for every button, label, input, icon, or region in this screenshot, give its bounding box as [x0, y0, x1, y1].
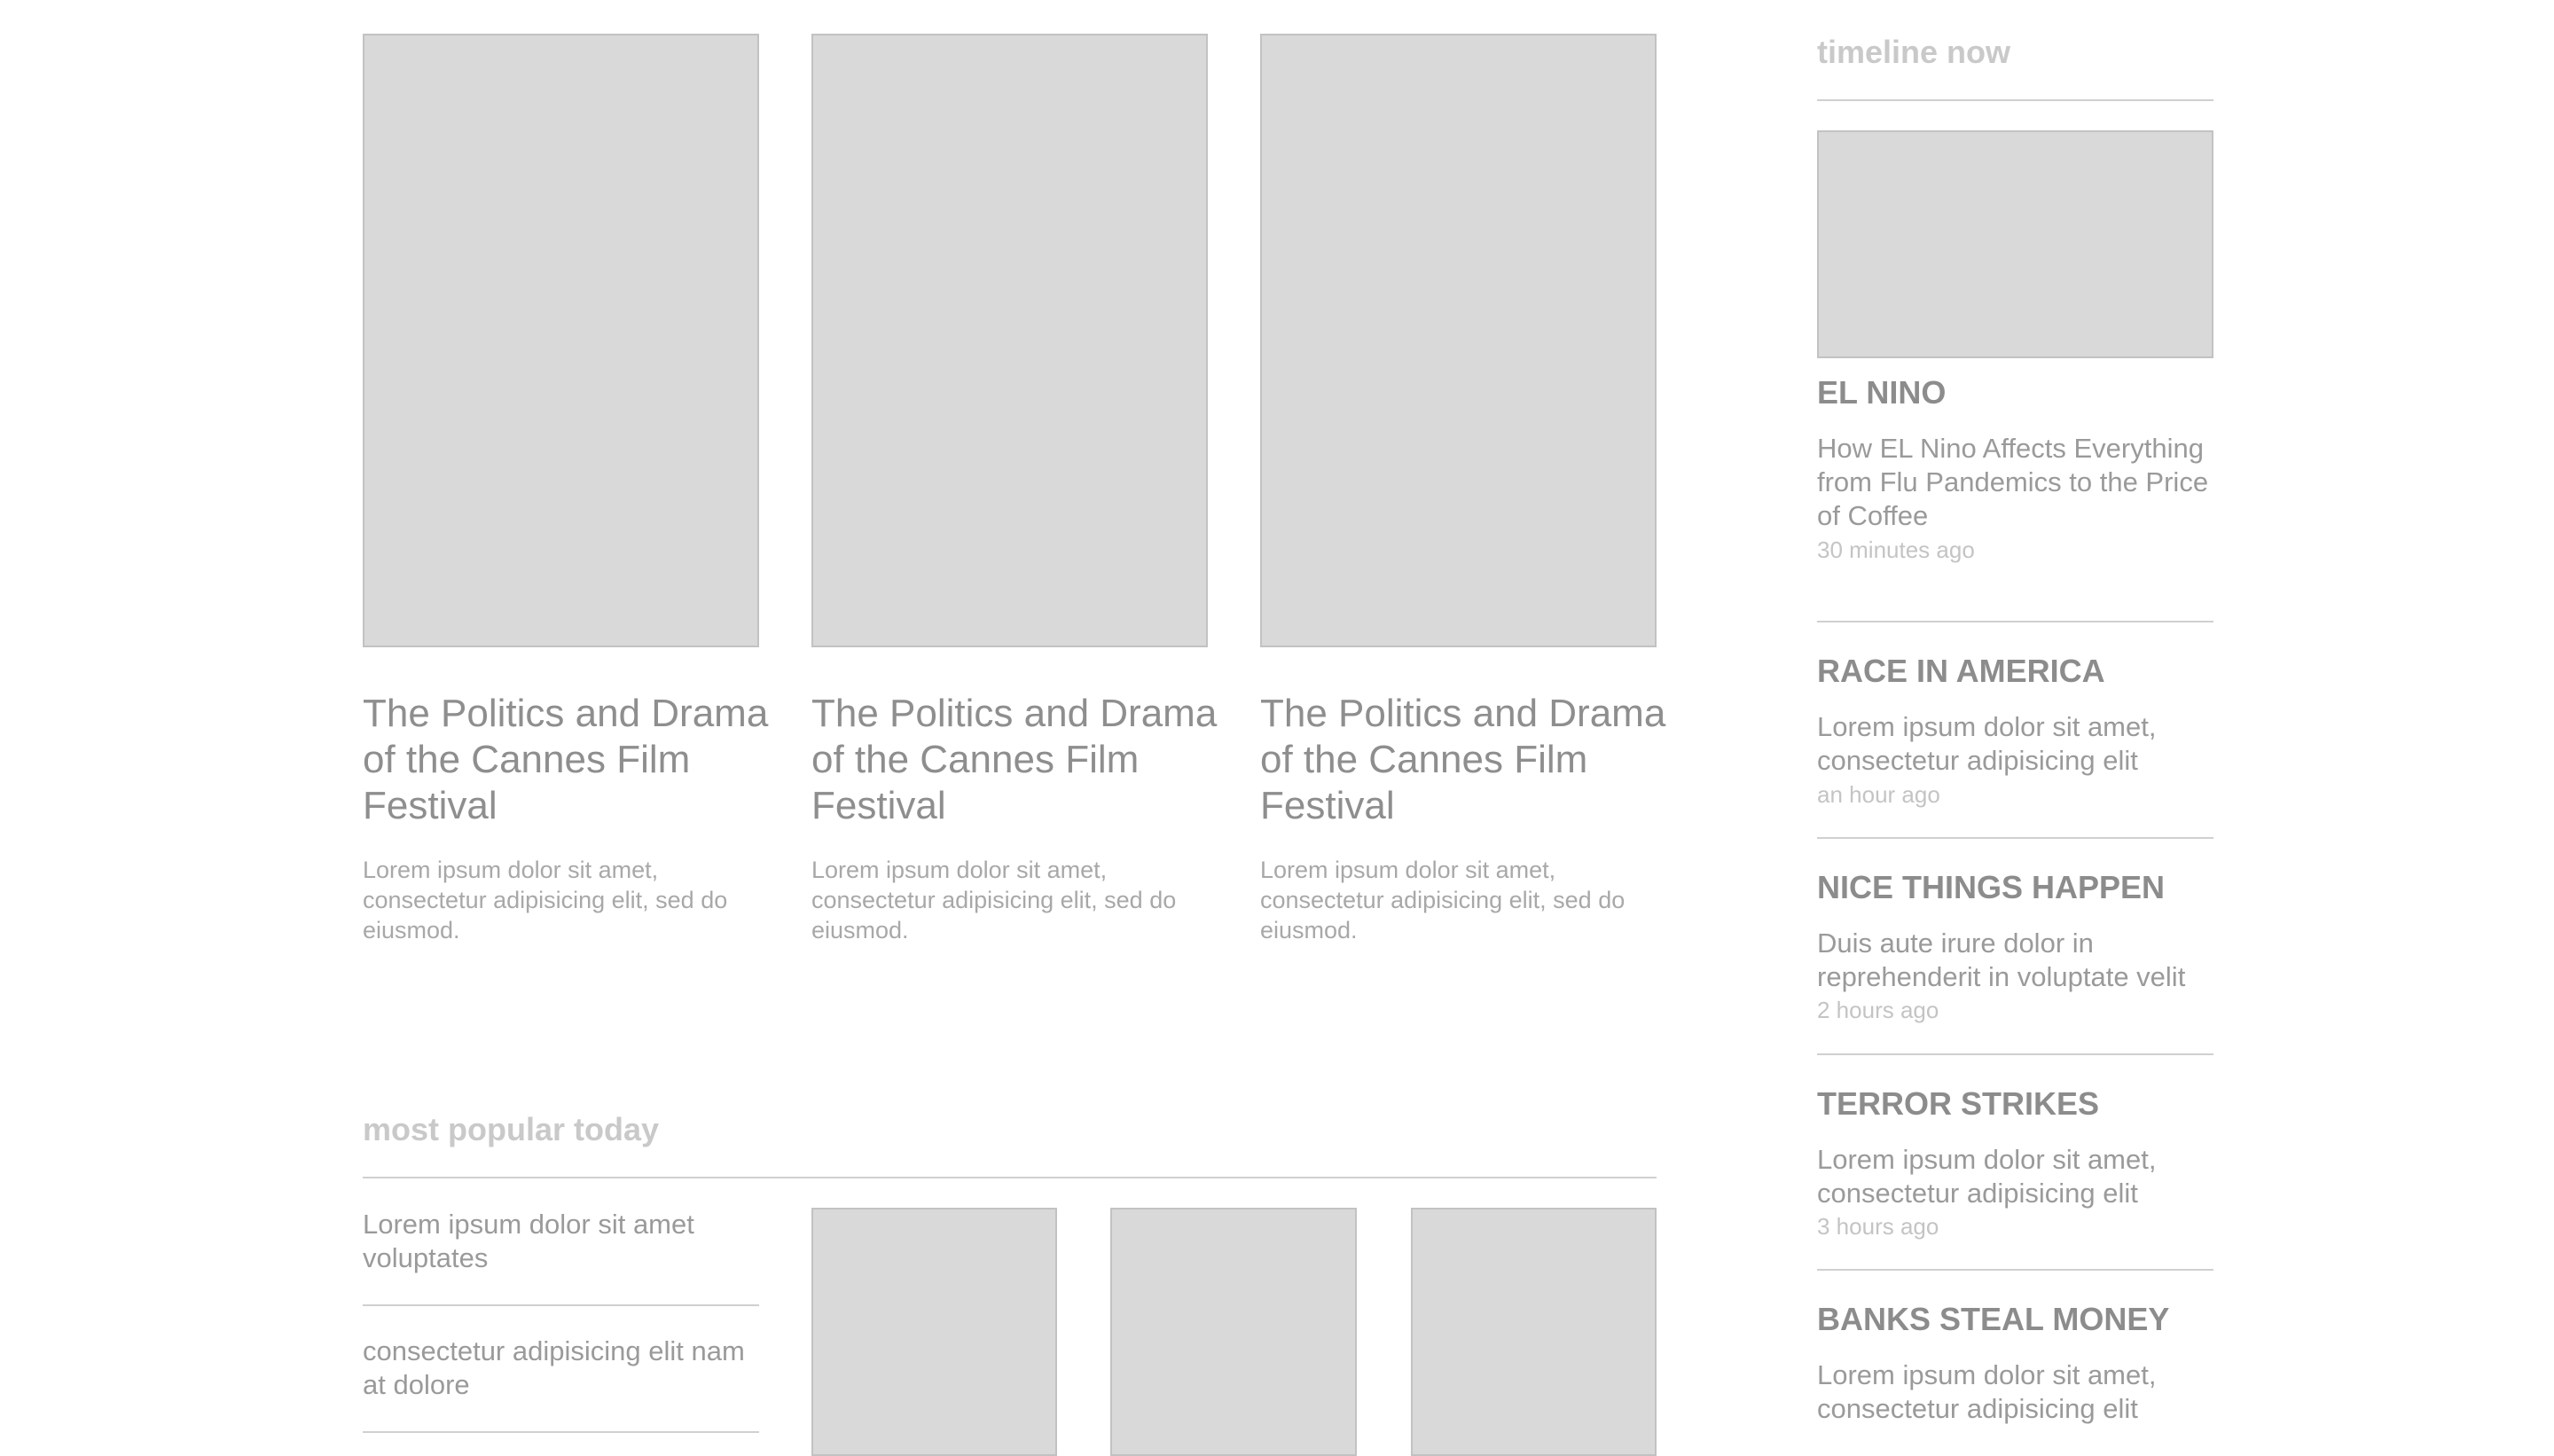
- divider: [363, 1304, 759, 1306]
- timeline-timestamp: 2 hours ago: [1817, 997, 1939, 1023]
- timeline-timestamp: an hour ago: [1817, 781, 1940, 808]
- featured-title[interactable]: The Politics and Drama of the Cannes Fil…: [811, 691, 1219, 829]
- timeline-category[interactable]: TERROR STRIKES: [1817, 1085, 2099, 1123]
- timeline-category[interactable]: RACE IN AMERICA: [1817, 653, 2105, 690]
- featured-excerpt: Lorem ipsum dolor sit amet, consectetur …: [1260, 857, 1626, 943]
- featured-title[interactable]: The Politics and Drama of the Cannes Fil…: [363, 691, 771, 829]
- divider: [1817, 621, 2213, 622]
- timeline-category[interactable]: BANKS STEAL MONEY: [1817, 1301, 2169, 1338]
- divider: [1817, 837, 2213, 839]
- featured-title[interactable]: The Politics and Drama of the Cannes Fil…: [1260, 691, 1668, 829]
- timeline-headline[interactable]: Duis aute irure dolor in reprehenderit i…: [1817, 927, 2216, 994]
- timeline-headline[interactable]: Lorem ipsum dolor sit amet, consectetur …: [1817, 1143, 2216, 1210]
- featured-image-placeholder[interactable]: [811, 34, 1208, 647]
- featured-excerpt: Lorem ipsum dolor sit amet, consectetur …: [811, 857, 1177, 943]
- popular-item[interactable]: Lorem ipsum dolor sit amet voluptates: [363, 1208, 753, 1275]
- timeline-headline[interactable]: Lorem ipsum dolor sit amet, consectetur …: [1817, 1358, 2216, 1426]
- divider: [363, 1431, 759, 1433]
- divider: [363, 1177, 1657, 1178]
- timeline-timestamp: 30 minutes ago: [1817, 536, 1975, 563]
- timeline-category[interactable]: EL NINO: [1817, 374, 1946, 411]
- divider: [1817, 99, 2213, 101]
- timeline-category[interactable]: NICE THINGS HAPPEN: [1817, 869, 2165, 906]
- divider: [1817, 1053, 2213, 1055]
- timeline-heading: timeline now: [1817, 34, 2011, 70]
- featured-image-placeholder[interactable]: [1260, 34, 1657, 647]
- divider: [1817, 1269, 2213, 1271]
- popular-image-placeholder[interactable]: [1110, 1208, 1357, 1456]
- featured-excerpt: Lorem ipsum dolor sit amet, consectetur …: [363, 857, 728, 943]
- popular-image-placeholder[interactable]: [1411, 1208, 1657, 1456]
- most-popular-heading: most popular today: [363, 1111, 660, 1147]
- timeline-timestamp: 3 hours ago: [1817, 1213, 1939, 1240]
- featured-image-placeholder[interactable]: [363, 34, 759, 647]
- popular-item[interactable]: consectetur adipisicing elit nam at dolo…: [363, 1335, 753, 1402]
- popular-image-placeholder[interactable]: [811, 1208, 1057, 1456]
- timeline-headline[interactable]: How EL Nino Affects Everything from Flu …: [1817, 432, 2216, 533]
- timeline-image-placeholder[interactable]: [1817, 130, 2213, 358]
- timeline-headline[interactable]: Lorem ipsum dolor sit amet, consectetur …: [1817, 710, 2216, 778]
